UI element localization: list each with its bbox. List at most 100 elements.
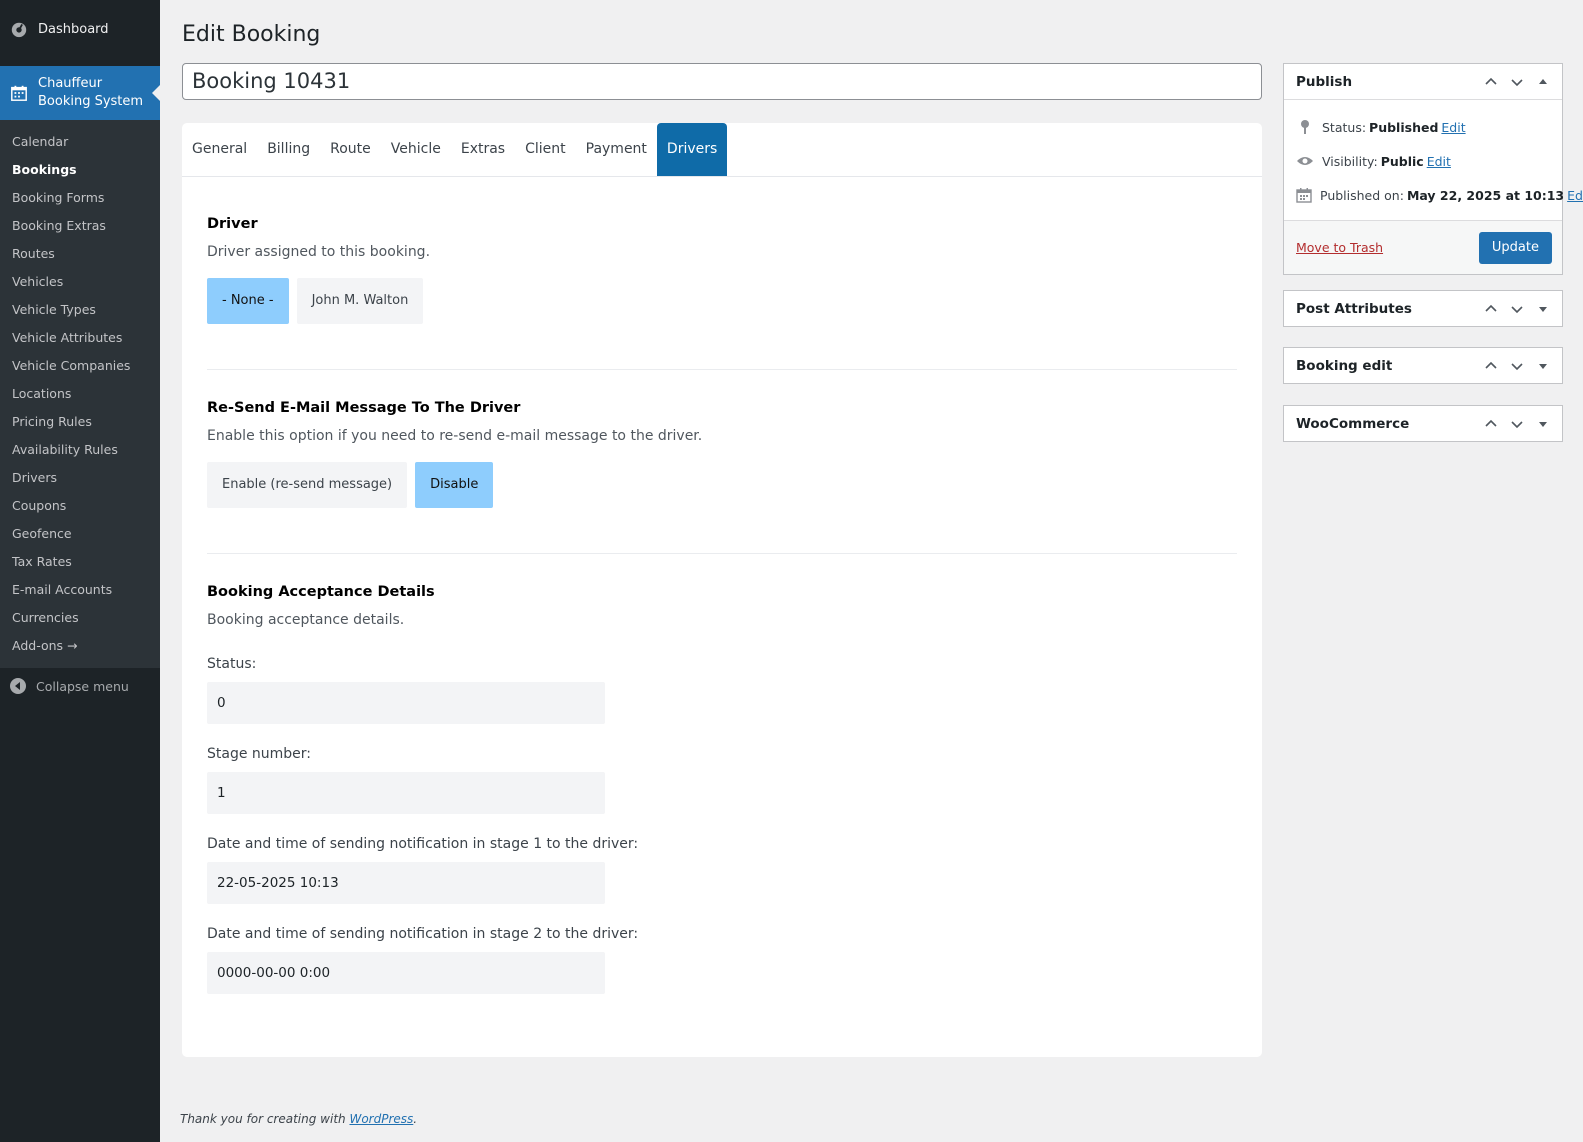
- visibility-label: Visibility:: [1322, 153, 1378, 169]
- menu-dashboard[interactable]: Dashboard: [0, 0, 160, 58]
- booking-meta-panel: General Billing Route Vehicle Extras Cli…: [182, 123, 1262, 1057]
- move-up-icon[interactable]: [1478, 296, 1504, 322]
- toggle-panel-icon[interactable]: [1530, 69, 1556, 95]
- resend-email-section: Re-Send E-Mail Message To The Driver Ena…: [207, 400, 1237, 508]
- stage1-notification-date-field[interactable]: 22-05-2025 10:13: [207, 862, 605, 904]
- submenu-locations[interactable]: Locations: [0, 380, 160, 408]
- tab-client[interactable]: Client: [515, 123, 576, 176]
- box-controls: [1478, 348, 1556, 383]
- submenu-pricing-rules[interactable]: Pricing Rules: [0, 408, 160, 436]
- edit-visibility-link[interactable]: Edit: [1427, 154, 1451, 169]
- publish-box-title: Publish: [1296, 73, 1353, 90]
- move-up-icon[interactable]: [1478, 69, 1504, 95]
- submenu-email-accounts[interactable]: E-mail Accounts: [0, 576, 160, 604]
- booking-tabs: General Billing Route Vehicle Extras Cli…: [182, 123, 1262, 177]
- tab-vehicle[interactable]: Vehicle: [381, 123, 451, 176]
- submenu-calendar[interactable]: Calendar: [0, 128, 160, 156]
- edit-date-link[interactable]: Edit: [1567, 188, 1583, 203]
- menu-chauffeur-label-line1: Chauffeur: [38, 76, 103, 91]
- submenu-tax-rates[interactable]: Tax Rates: [0, 548, 160, 576]
- stage2-notification-date-field[interactable]: 0000-00-00 0:00: [207, 952, 605, 994]
- submenu-booking-forms[interactable]: Booking Forms: [0, 184, 160, 212]
- section-divider: [207, 369, 1237, 370]
- booking-edit-header[interactable]: Booking edit: [1284, 348, 1562, 383]
- edit-status-link[interactable]: Edit: [1441, 120, 1465, 135]
- move-down-icon[interactable]: [1504, 411, 1530, 437]
- wordpress-link[interactable]: WordPress: [349, 1112, 413, 1126]
- toggle-panel-icon[interactable]: [1530, 353, 1556, 379]
- toggle-panel-icon[interactable]: [1530, 296, 1556, 322]
- submenu-add-ons[interactable]: Add-ons →: [0, 632, 160, 660]
- submenu-drivers[interactable]: Drivers: [0, 464, 160, 492]
- publish-visibility-row: Visibility: Public Edit: [1296, 144, 1550, 178]
- woocommerce-header[interactable]: WooCommerce: [1284, 406, 1562, 441]
- move-up-icon[interactable]: [1478, 353, 1504, 379]
- publish-status-row: Status: Published Edit: [1296, 110, 1550, 144]
- menu-chauffeur-label: Chauffeur Booking System: [38, 75, 143, 111]
- field-label: Status:: [207, 656, 257, 672]
- acceptance-field-stage2-date: Date and time of sending notification in…: [207, 926, 1237, 994]
- submenu-availability-rules[interactable]: Availability Rules: [0, 436, 160, 464]
- tab-drivers[interactable]: Drivers: [656, 123, 728, 176]
- tab-payment[interactable]: Payment: [576, 123, 657, 176]
- resend-section-title: Re-Send E-Mail Message To The Driver: [207, 400, 521, 416]
- visibility-value: Public: [1380, 153, 1424, 169]
- admin-sidebar: Dashboard Chauffeur Booking System Calen…: [0, 0, 160, 1142]
- publish-date-row: Published on: May 22, 2025 at 10:13 Edit: [1296, 178, 1583, 212]
- toggle-panel-icon[interactable]: [1530, 411, 1556, 437]
- post-title-input[interactable]: Booking 10431: [182, 63, 1262, 100]
- post-attributes-header[interactable]: Post Attributes: [1284, 291, 1562, 326]
- driver-option-none[interactable]: - None -: [207, 278, 289, 324]
- menu-chauffeur-booking-system[interactable]: Chauffeur Booking System: [0, 66, 160, 120]
- box-controls: [1478, 291, 1556, 326]
- submenu-routes[interactable]: Routes: [0, 240, 160, 268]
- submenu-vehicles[interactable]: Vehicles: [0, 268, 160, 296]
- publish-box-body: Status: Published Edit Visibility: Publi…: [1284, 99, 1583, 212]
- stage-number-field[interactable]: 1: [207, 772, 605, 814]
- submenu: Calendar Bookings Booking Forms Booking …: [0, 120, 160, 668]
- update-button[interactable]: Update: [1478, 231, 1552, 264]
- publish-box-header: Publish: [1284, 64, 1562, 99]
- booking-edit-box: Booking edit: [1283, 347, 1563, 384]
- box-controls: [1478, 64, 1556, 99]
- resend-section-description: Enable this option if you need to re-sen…: [207, 428, 703, 444]
- submenu-coupons[interactable]: Coupons: [0, 492, 160, 520]
- collapse-menu-button[interactable]: Collapse menu: [0, 668, 160, 704]
- driver-section: Driver Driver assigned to this booking. …: [207, 216, 1237, 324]
- calendar-icon: [1296, 186, 1312, 204]
- calendar-icon: [10, 84, 28, 102]
- submenu-vehicle-types[interactable]: Vehicle Types: [0, 296, 160, 324]
- tab-billing[interactable]: Billing: [257, 123, 320, 176]
- status-value: Published: [1369, 119, 1439, 135]
- admin-footer: Thank you for creating with WordPress.: [180, 1112, 417, 1126]
- resend-option-enable[interactable]: Enable (re-send message): [207, 462, 408, 508]
- submenu-vehicle-attributes[interactable]: Vehicle Attributes: [0, 324, 160, 352]
- submenu-vehicle-companies[interactable]: Vehicle Companies: [0, 352, 160, 380]
- acceptance-section-title: Booking Acceptance Details: [207, 584, 435, 600]
- submenu-bookings[interactable]: Bookings: [0, 156, 160, 184]
- acceptance-field-stage: Stage number: 1: [207, 746, 1237, 814]
- submenu-geofence[interactable]: Geofence: [0, 520, 160, 548]
- status-field[interactable]: 0: [207, 682, 605, 724]
- field-label: Stage number:: [207, 746, 312, 762]
- field-label: Date and time of sending notification in…: [207, 926, 639, 942]
- tab-route[interactable]: Route: [320, 123, 381, 176]
- tab-general[interactable]: General: [182, 123, 257, 176]
- acceptance-field-status: Status: 0: [207, 656, 1237, 724]
- driver-section-title: Driver: [207, 216, 258, 232]
- menu-dashboard-label: Dashboard: [38, 21, 109, 37]
- post-attributes-title: Post Attributes: [1296, 300, 1412, 317]
- tab-extras[interactable]: Extras: [451, 123, 515, 176]
- acceptance-section-description: Booking acceptance details.: [207, 612, 405, 628]
- acceptance-field-stage1-date: Date and time of sending notification in…: [207, 836, 1237, 904]
- resend-option-disable[interactable]: Disable: [415, 462, 494, 508]
- move-down-icon[interactable]: [1504, 296, 1530, 322]
- status-label: Status:: [1322, 119, 1367, 135]
- submenu-currencies[interactable]: Currencies: [0, 604, 160, 632]
- submenu-booking-extras[interactable]: Booking Extras: [0, 212, 160, 240]
- move-to-trash-link[interactable]: Move to Trash: [1296, 240, 1383, 255]
- driver-option-john-m-walton[interactable]: John M. Walton: [296, 278, 424, 324]
- move-up-icon[interactable]: [1478, 411, 1504, 437]
- move-down-icon[interactable]: [1504, 69, 1530, 95]
- move-down-icon[interactable]: [1504, 353, 1530, 379]
